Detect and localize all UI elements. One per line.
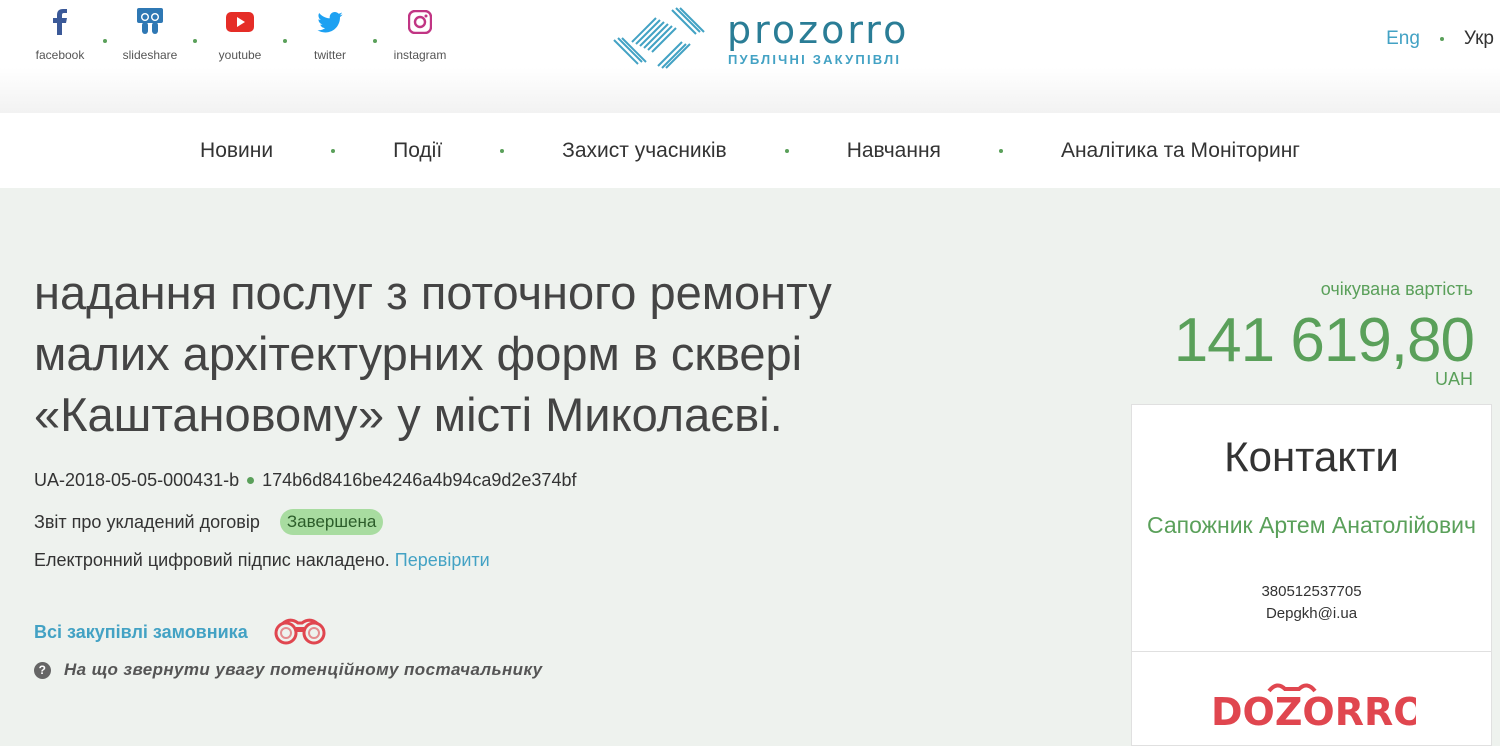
expected-value-amount: 141 619,80	[1173, 306, 1475, 375]
dozorro-logo[interactable]: DOZORRO	[1211, 681, 1426, 746]
question-icon: ?	[34, 661, 51, 679]
social-label: slideshare	[122, 48, 178, 62]
contact-email: Depgkh@i.ua	[1265, 605, 1358, 622]
separator-dot	[247, 477, 255, 484]
lang-eng-link[interactable]: Eng	[1386, 28, 1420, 50]
social-label: youtube	[218, 48, 262, 62]
prozorro-logo[interactable]: prozorro ПУБЛІЧНІ ЗАКУПІВЛІ	[612, 6, 922, 70]
lang-ukr-current[interactable]: Укр	[1464, 28, 1494, 50]
supplier-attention-row[interactable]: ? На що звернути увагу потенційному пост…	[34, 660, 543, 680]
social-youtube[interactable]: youtube	[200, 6, 280, 62]
top-header: facebook slideshare youtube twitter inst…	[0, 0, 1500, 113]
nav-events[interactable]: Події	[335, 139, 500, 163]
social-slideshare[interactable]: slideshare	[110, 6, 190, 62]
nav-analytics[interactable]: Аналітика та Моніторинг	[1003, 139, 1358, 163]
social-label: facebook	[35, 48, 85, 62]
social-twitter[interactable]: twitter	[290, 6, 370, 62]
tender-id: UA-2018-05-05-000431-b	[34, 470, 240, 490]
tender-hash: 174b6d8416be4246a4b94ca9d2e374bf	[262, 470, 577, 490]
contact-name: Сапожник Артем Анатолійович	[1146, 512, 1477, 538]
social-label: instagram	[393, 48, 447, 62]
social-instagram[interactable]: instagram	[380, 6, 460, 62]
all-buyer-tenders-link[interactable]: Всі закупівлі замовника	[34, 622, 248, 643]
prozorro-mark-icon	[613, 7, 705, 69]
social-label: twitter	[313, 48, 346, 62]
expected-value-label: очікувана вартість	[1320, 279, 1473, 299]
divider	[1132, 651, 1491, 652]
nav-participant-protection[interactable]: Захист учасників	[504, 139, 785, 163]
facebook-icon	[53, 6, 67, 38]
nav-training[interactable]: Навчання	[789, 139, 999, 163]
contacts-heading: Контакти	[1224, 433, 1399, 480]
verify-signature-link[interactable]: Перевірити	[395, 550, 490, 570]
logo-subtitle: ПУБЛІЧНІ ЗАКУПІВЛІ	[728, 52, 902, 67]
contacts-panel: Контакти Сапожник Артем Анатолійович 380…	[1131, 404, 1492, 746]
contact-phone: 380512537705	[1261, 583, 1362, 600]
main-nav: Новини Події Захист учасників Навчання А…	[0, 113, 1500, 188]
social-links: facebook slideshare youtube twitter inst…	[20, 6, 460, 62]
supplier-attention-text: На що звернути увагу потенційному постач…	[64, 660, 543, 679]
all-buyer-tenders-row: Всі закупівлі замовника	[34, 615, 328, 650]
signature-row: Електронний цифровий підпис накладено. Пе…	[34, 550, 490, 571]
nav-news[interactable]: Новини	[142, 139, 331, 163]
social-facebook[interactable]: facebook	[20, 6, 100, 62]
status-badge: Завершена	[279, 509, 384, 535]
signature-text: Електронний цифровий підпис накладено.	[34, 550, 390, 570]
logo-wordmark: prozorro	[727, 8, 910, 52]
dozorro-logo-text: DOZORRO	[1211, 690, 1416, 734]
tender-identifiers: UA-2018-05-05-000431-b 174b6d8416be4246a…	[34, 470, 576, 491]
instagram-icon	[408, 6, 432, 38]
tender-report-row: Звіт про укладений договір Завершена	[34, 509, 384, 535]
youtube-icon	[226, 6, 254, 38]
expected-value-currency: UAH	[1434, 369, 1473, 389]
language-switcher: Eng Укр	[1386, 28, 1494, 50]
slideshare-icon	[137, 6, 163, 38]
tender-title: надання послуг з поточного ремонту малих…	[34, 266, 832, 441]
twitter-icon	[317, 6, 343, 38]
binoculars-icon[interactable]	[272, 615, 328, 650]
report-type: Звіт про укладений договір	[34, 511, 260, 532]
